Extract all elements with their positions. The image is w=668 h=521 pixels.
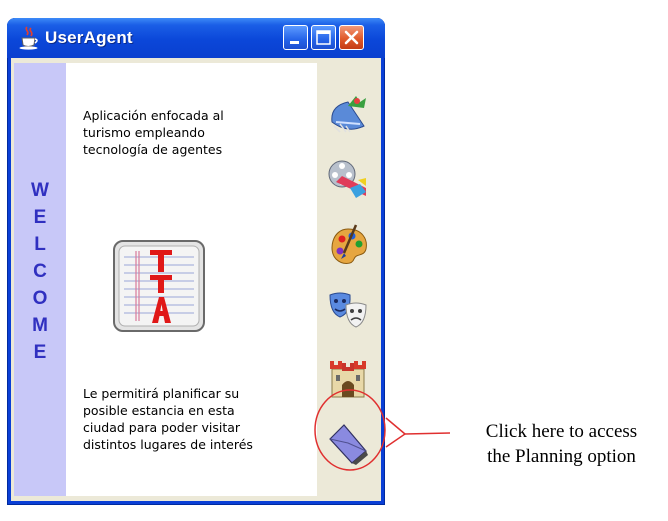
callout-circle — [314, 389, 386, 471]
callout-pointer — [385, 417, 407, 448]
callout-line — [404, 432, 451, 435]
callout-line-text: Click here to access — [485, 421, 638, 442]
callout-text: Click here to access the Planning option — [455, 419, 668, 469]
callout-line-text: the Planning option — [487, 446, 636, 467]
